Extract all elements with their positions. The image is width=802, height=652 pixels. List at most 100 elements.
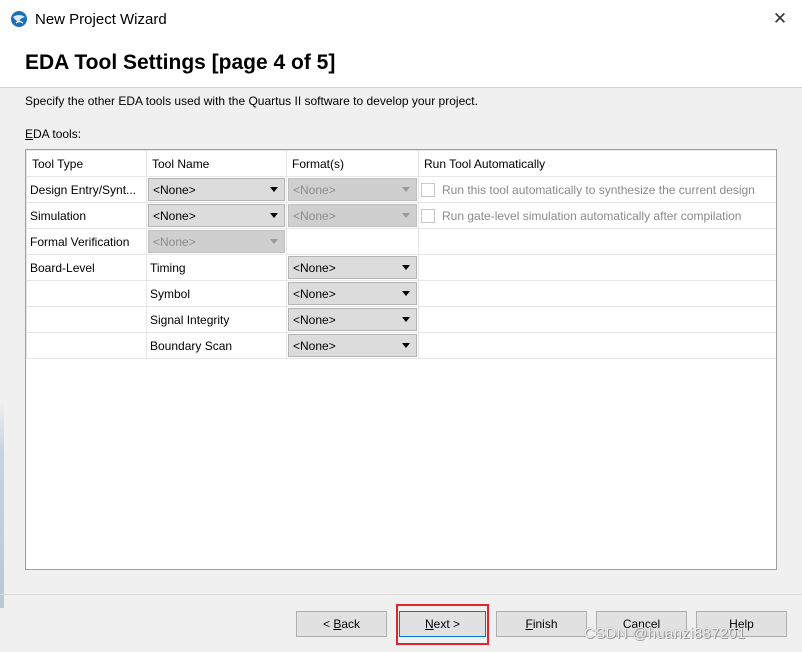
chevron-down-icon: [270, 239, 278, 244]
auto-run-cell: Run this tool automatically to synthesiz…: [418, 176, 776, 203]
chevron-down-icon: [402, 187, 410, 192]
tool-type-label: Board-Level: [30, 260, 95, 275]
table-row-board-level-timing: Board-Level Timing <None>: [26, 254, 776, 281]
column-header-formats[interactable]: Format(s): [286, 150, 419, 177]
watermark-text: CSDN @huanzi887201: [584, 625, 746, 642]
select-value: <None>: [293, 260, 336, 275]
page-description: Specify the other EDA tools used with th…: [25, 94, 478, 108]
auto-run-cell: [418, 332, 776, 359]
select-value: <None>: [293, 182, 336, 197]
eda-tools-label: EDA tools:: [25, 127, 81, 141]
format-cell: <None>: [286, 202, 419, 229]
footer-divider: [0, 594, 802, 595]
auto-run-cell: Run gate-level simulation automatically …: [418, 202, 776, 229]
format-cell: <None>: [286, 254, 419, 281]
simulation-format-select: <None>: [288, 204, 417, 227]
tool-type-cell: Simulation: [26, 202, 147, 229]
auto-run-cell: [418, 228, 776, 255]
wizard-header: EDA Tool Settings [page 4 of 5]: [0, 38, 802, 88]
eda-tools-table: Tool Type Tool Name Format(s) Run Tool A…: [26, 150, 776, 359]
symbol-format-select[interactable]: <None>: [288, 282, 417, 305]
chevron-down-icon: [402, 265, 410, 270]
chevron-down-icon: [270, 187, 278, 192]
tool-name-cell: Timing: [146, 254, 287, 281]
design-entry-auto-run-checkbox: [421, 182, 435, 197]
tool-name-cell: Boundary Scan: [146, 332, 287, 359]
table-row-board-level-boundary-scan: Boundary Scan <None>: [26, 332, 776, 359]
table-row-design-entry: Design Entry/Synt... <None> <None> Run t…: [26, 176, 776, 203]
window-edge: [0, 88, 4, 608]
tool-name-cell: Signal Integrity: [146, 306, 287, 333]
table-row-board-level-signal-integrity: Signal Integrity <None>: [26, 306, 776, 333]
design-entry-tool-name-select[interactable]: <None>: [148, 178, 285, 201]
tool-type-cell: Board-Level: [26, 254, 147, 281]
board-level-item-label: Timing: [150, 260, 186, 275]
column-header-run-tool-automatically[interactable]: Run Tool Automatically: [418, 150, 776, 177]
tool-type-label: Formal Verification: [30, 234, 130, 249]
chevron-down-icon: [402, 213, 410, 218]
eda-tools-table-panel: Tool Type Tool Name Format(s) Run Tool A…: [25, 149, 777, 570]
globe-icon: [10, 10, 28, 28]
format-cell: <None>: [286, 332, 419, 359]
auto-run-cell: [418, 254, 776, 281]
select-value: <None>: [153, 208, 196, 223]
select-value: <None>: [153, 234, 196, 249]
timing-format-select[interactable]: <None>: [288, 256, 417, 279]
tool-type-cell: Design Entry/Synt...: [26, 176, 147, 203]
finish-button-mnemonic: F: [525, 617, 533, 631]
tool-type-cell: [26, 306, 147, 333]
tool-name-cell: <None>: [146, 176, 287, 203]
select-value: <None>: [293, 286, 336, 301]
back-button-prefix: <: [322, 617, 334, 631]
format-cell: <None>: [286, 306, 419, 333]
formal-verification-tool-name-select: <None>: [148, 230, 285, 253]
tool-type-cell: [26, 280, 147, 307]
signal-integrity-format-select[interactable]: <None>: [288, 308, 417, 331]
board-level-item-label: Boundary Scan: [150, 338, 233, 353]
select-value: <None>: [153, 182, 196, 197]
tool-type-label: Simulation: [30, 208, 87, 223]
window-title: New Project Wizard: [35, 10, 167, 28]
eda-tools-label-rest: DA tools:: [33, 127, 82, 141]
boundary-scan-format-select[interactable]: <None>: [288, 334, 417, 357]
select-value: <None>: [293, 338, 336, 353]
table-row-board-level-symbol: Symbol <None>: [26, 280, 776, 307]
tool-type-label: Design Entry/Synt...: [30, 182, 137, 197]
next-button-highlight: [396, 604, 489, 645]
close-icon[interactable]: ✕: [770, 9, 790, 29]
back-button-mnemonic: B: [333, 617, 342, 631]
page-title: EDA Tool Settings [page 4 of 5]: [25, 51, 336, 74]
table-row-formal-verification: Formal Verification <None>: [26, 228, 776, 255]
tool-name-cell: <None>: [146, 202, 287, 229]
tool-type-cell: [26, 332, 147, 359]
tool-name-cell: <None>: [146, 228, 287, 255]
format-cell: [286, 228, 419, 255]
auto-run-cell: [418, 280, 776, 307]
design-entry-auto-run-label: Run this tool automatically to synthesiz…: [442, 182, 755, 197]
chevron-down-icon: [270, 213, 278, 218]
simulation-auto-run-checkbox: [421, 208, 435, 223]
column-header-tool-name[interactable]: Tool Name: [146, 150, 287, 177]
column-header-tool-type[interactable]: Tool Type: [26, 150, 147, 177]
back-button[interactable]: < Back: [296, 611, 387, 637]
select-value: <None>: [293, 208, 336, 223]
format-cell: <None>: [286, 280, 419, 307]
tool-type-cell: Formal Verification: [26, 228, 147, 255]
auto-run-cell: [418, 306, 776, 333]
table-row-simulation: Simulation <None> <None> Run gate-level …: [26, 202, 776, 229]
table-header-row: Tool Type Tool Name Format(s) Run Tool A…: [26, 150, 776, 177]
tool-name-cell: Symbol: [146, 280, 287, 307]
chevron-down-icon: [402, 317, 410, 322]
board-level-item-label: Signal Integrity: [150, 312, 230, 327]
back-button-rest: ack: [341, 617, 361, 631]
design-entry-format-select: <None>: [288, 178, 417, 201]
finish-button-rest: inish: [532, 617, 558, 631]
format-cell: <None>: [286, 176, 419, 203]
chevron-down-icon: [402, 343, 410, 348]
window-titlebar: New Project Wizard ✕: [0, 0, 802, 38]
chevron-down-icon: [402, 291, 410, 296]
simulation-auto-run-label: Run gate-level simulation automatically …: [442, 208, 742, 223]
board-level-item-label: Symbol: [150, 286, 191, 301]
finish-button[interactable]: Finish: [496, 611, 587, 637]
simulation-tool-name-select[interactable]: <None>: [148, 204, 285, 227]
